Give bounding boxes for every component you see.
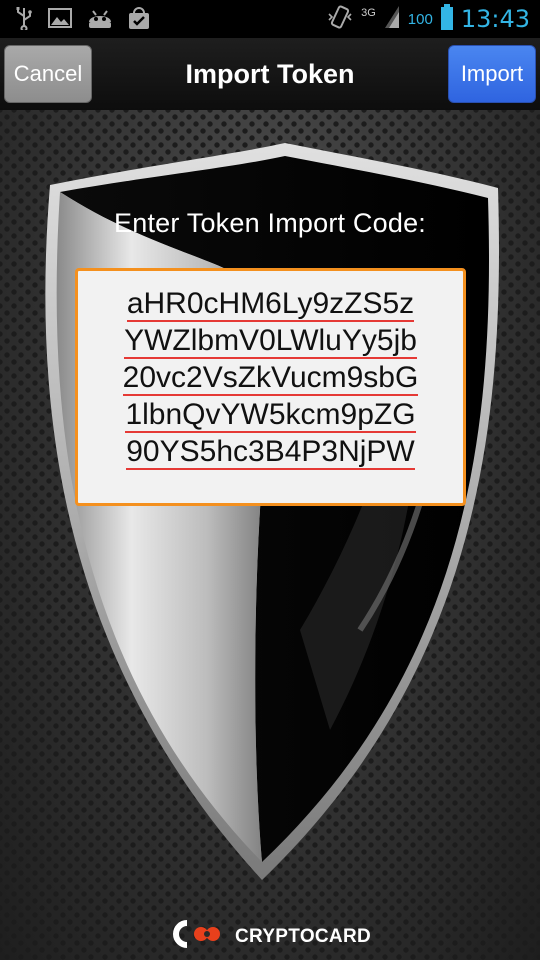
network-type: 3G (361, 7, 376, 19)
image-icon (48, 7, 72, 29)
status-bar-notifications (14, 6, 150, 30)
signal-icon (384, 4, 400, 35)
brand-footer: CRYPTOCARD (0, 919, 540, 954)
title-bar: Import Token Cancel Import (0, 38, 540, 110)
usb-icon (14, 6, 34, 30)
cryptocard-logo-icon (169, 919, 229, 954)
code-line: aHR0cHM6Ly9zZS5z (126, 287, 415, 322)
status-bar-system: 3G 100 13:43 (327, 0, 530, 38)
main-content: Enter Token Import Code: aHR0cHM6Ly9zZS5… (0, 110, 540, 960)
import-button[interactable]: Import (448, 45, 536, 103)
status-bar: 3G 100 13:43 (0, 0, 540, 38)
cancel-button[interactable]: Cancel (4, 45, 92, 103)
import-code-field[interactable]: aHR0cHM6Ly9zZS5z YWZlbmV0LWluYy5jb 20vc2… (75, 268, 466, 506)
shopping-bag-icon (128, 6, 150, 30)
android-icon (86, 6, 114, 30)
brand-name: CRYPTOCARD (234, 925, 371, 947)
clock: 13:43 (460, 5, 530, 33)
code-line: 90YS5hc3B4P3NjPW (126, 435, 415, 470)
code-line: YWZlbmV0LWluYy5jb (124, 324, 417, 359)
import-code-prompt: Enter Token Import Code: (114, 208, 426, 238)
battery-level: 100 (407, 10, 433, 28)
code-line: 20vc2VsZkVucm9sbG (122, 361, 419, 396)
code-line: 1lbnQvYW5kcm9pZG (125, 398, 416, 433)
vibrate-icon (327, 4, 353, 35)
battery-icon (440, 3, 453, 35)
